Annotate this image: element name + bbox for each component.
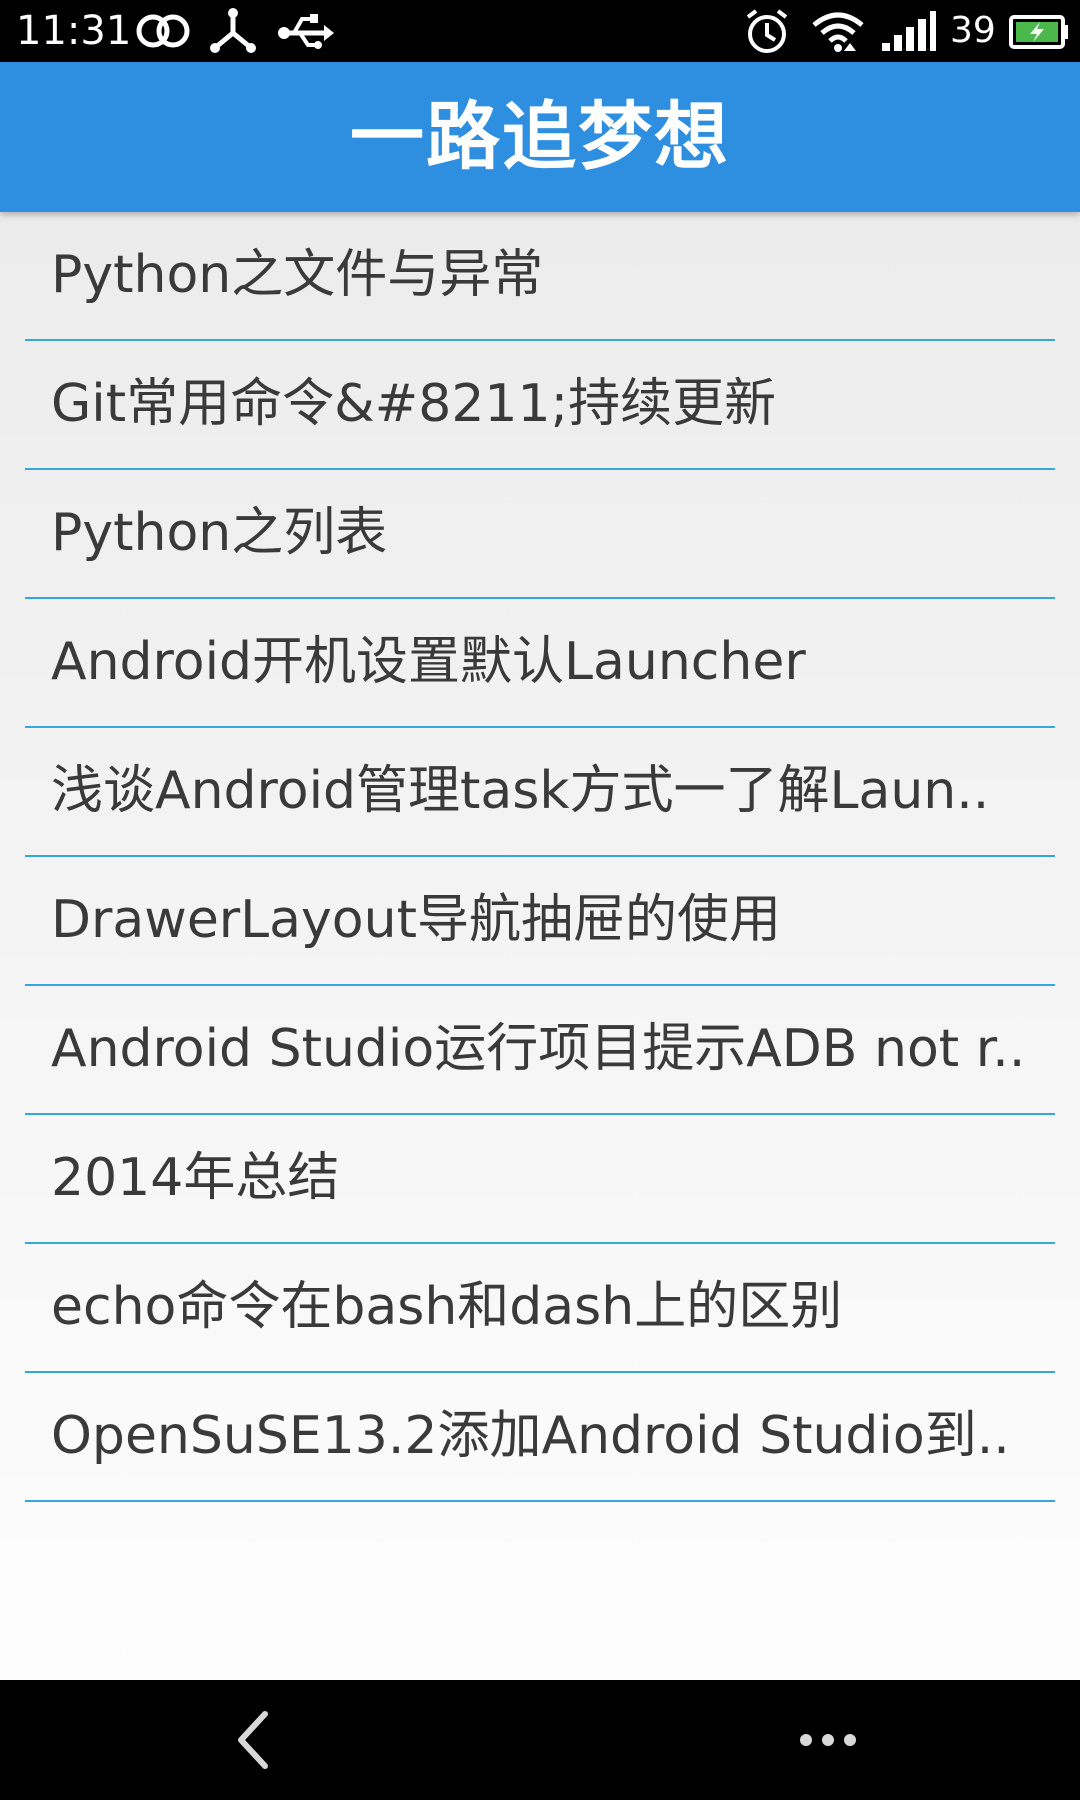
app-bar: 一路追梦想 — [0, 62, 1080, 212]
battery-charging-icon — [1009, 15, 1068, 49]
list-item[interactable]: 2014年总结 — [25, 1115, 1055, 1244]
list-item-title: Python之列表 — [51, 503, 388, 563]
status-bar: 11:31 39 — [0, 0, 1080, 62]
list-item-title: 2014年总结 — [51, 1148, 340, 1208]
status-time: 11:31 — [16, 8, 132, 54]
list-item-title: Python之文件与异常 — [51, 245, 544, 305]
page-title: 一路追梦想 — [350, 94, 730, 180]
list-item-title: echo命令在bash和dash上的区别 — [51, 1277, 843, 1337]
back-button[interactable] — [183, 1680, 323, 1800]
list-item-title: DrawerLayout导航抽屉的使用 — [51, 890, 781, 950]
content-area: Python之文件与异常 Git常用命令&#8211;持续更新 Python之列… — [0, 212, 1080, 1680]
list-item[interactable]: Git常用命令&#8211;持续更新 — [25, 341, 1055, 470]
list-item[interactable]: DrawerLayout导航抽屉的使用 — [25, 857, 1055, 986]
navigation-bar — [0, 1680, 1080, 1800]
list-item-title: Android开机设置默认Launcher — [51, 632, 806, 692]
list-item-title: 浅谈Android管理task方式一了解Laun.. — [51, 761, 990, 821]
list-item-title: Android Studio运行项目提示ADB not r.. — [51, 1019, 1026, 1079]
list-item[interactable]: Android开机设置默认Launcher — [25, 599, 1055, 728]
usb-icon — [278, 14, 334, 49]
alarm-icon — [746, 9, 788, 53]
infinity-link-icon — [136, 14, 190, 48]
list-item[interactable]: 浅谈Android管理task方式一了解Laun.. — [25, 728, 1055, 857]
list-item-title: OpenSuSE13.2添加Android Studio到.. — [51, 1406, 1010, 1466]
article-list: Python之文件与异常 Git常用命令&#8211;持续更新 Python之列… — [25, 212, 1055, 1502]
list-item[interactable]: echo命令在bash和dash上的区别 — [25, 1244, 1055, 1373]
more-button[interactable] — [758, 1680, 898, 1800]
back-icon — [238, 1711, 268, 1769]
signal-icon — [882, 11, 936, 51]
list-item[interactable]: Python之列表 — [25, 470, 1055, 599]
usb-debug-icon — [210, 8, 256, 53]
more-icon — [800, 1734, 856, 1746]
list-item[interactable]: Python之文件与异常 — [25, 212, 1055, 341]
battery-percentage: 39 — [950, 10, 996, 51]
list-item[interactable]: OpenSuSE13.2添加Android Studio到.. — [25, 1373, 1055, 1502]
list-item[interactable]: Android Studio运行项目提示ADB not r.. — [25, 986, 1055, 1115]
list-item-title: Git常用命令&#8211;持续更新 — [51, 374, 777, 434]
wifi-icon — [812, 12, 864, 52]
